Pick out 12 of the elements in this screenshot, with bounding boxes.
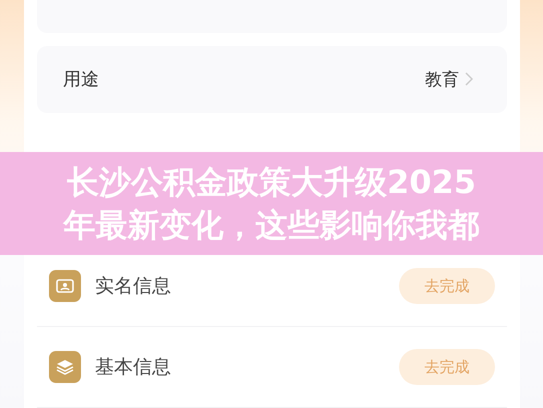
row-label: 用途 — [63, 68, 99, 92]
item-label: 实名信息 — [95, 274, 172, 300]
banner-title-line: 长沙公积金政策大升级2025 — [66, 162, 478, 202]
layers-icon — [49, 351, 81, 384]
complete-button[interactable]: 去完成 — [399, 268, 495, 304]
banner-title-line: 年最新变化，这些影响你我都 — [64, 204, 480, 246]
id-card-icon — [49, 270, 81, 302]
detail-row[interactable]: 用途 教育 — [37, 46, 507, 113]
complete-button[interactable]: 去完成 — [399, 349, 495, 386]
chevron-icon — [465, 72, 473, 86]
row-value: 教育 — [425, 68, 459, 91]
item-label: 基本信息 — [95, 355, 172, 380]
